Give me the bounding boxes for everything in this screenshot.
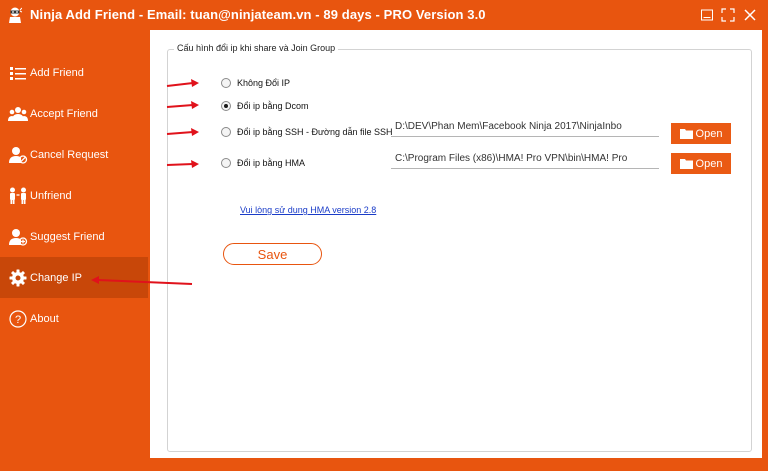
radio-no-change-ip[interactable]: Không Đổi IP — [221, 78, 290, 88]
sidebar-item-label: Change IP — [30, 271, 82, 284]
folder-icon — [679, 129, 693, 139]
sidebar-item-label: Accept Friend — [30, 107, 98, 120]
suggest-friend-icon — [8, 227, 28, 247]
sidebar: Add Friend Accept Friend Cancel Request — [0, 52, 148, 339]
sidebar-item-label: Suggest Friend — [30, 230, 105, 243]
svg-text:?: ? — [15, 314, 21, 326]
hma-version-link[interactable]: Vui lòng sử dụng HMA version 2.8 — [240, 205, 376, 215]
sidebar-item-label: About — [30, 312, 59, 325]
window-title: Ninja Add Friend - Email: tuan@ninjateam… — [30, 7, 486, 22]
open-hma-button[interactable]: Open — [671, 153, 731, 174]
restore-icon[interactable] — [721, 8, 735, 22]
unfriend-icon — [8, 186, 28, 206]
add-friend-icon — [8, 63, 28, 83]
open-label: Open — [695, 157, 723, 170]
sidebar-item-change-ip[interactable]: Change IP — [0, 257, 148, 298]
accept-friend-icon — [8, 104, 28, 124]
close-icon[interactable] — [743, 8, 757, 22]
sidebar-item-label: Cancel Request — [30, 148, 109, 161]
sidebar-item-unfriend[interactable]: Unfriend — [0, 175, 148, 216]
radio-dcom[interactable]: Đổi ip bằng Dcom — [221, 101, 309, 111]
radio-button[interactable] — [221, 127, 231, 137]
title-bar: Ninja Add Friend - Email: tuan@ninjateam… — [0, 0, 768, 30]
ip-config-group: Cấu hình đổi ip khi share và Join Group … — [167, 43, 752, 452]
radio-label: Đổi ip bằng SSH - Đường dẫn file SSH — [237, 127, 393, 137]
hma-path-input[interactable] — [391, 149, 659, 169]
app-window: Ninja Add Friend - Email: tuan@ninjateam… — [0, 0, 768, 471]
open-ssh-button[interactable]: Open — [671, 123, 731, 144]
radio-label: Không Đổi IP — [237, 78, 291, 88]
open-label: Open — [695, 127, 723, 140]
radio-hma[interactable]: Đổi ip bằng HMA — [221, 158, 305, 168]
radio-label: Đổi ip bằng Dcom — [237, 101, 309, 111]
sidebar-item-suggest-friend[interactable]: Suggest Friend — [0, 216, 148, 257]
radio-button[interactable] — [221, 101, 231, 111]
ssh-path-input[interactable] — [391, 117, 659, 137]
sidebar-item-cancel-request[interactable]: Cancel Request — [0, 134, 148, 175]
minimize-icon[interactable] — [700, 8, 714, 22]
ninja-logo-icon — [9, 7, 22, 23]
cancel-request-icon — [8, 145, 28, 165]
sidebar-item-label: Add Friend — [30, 66, 84, 79]
radio-button[interactable] — [221, 78, 231, 88]
gear-icon — [8, 268, 28, 288]
save-button[interactable]: Save — [223, 243, 322, 265]
radio-ssh[interactable]: Đổi ip bằng SSH - Đường dẫn file SSH — [221, 127, 393, 137]
radio-label: Đổi ip bằng HMA — [237, 158, 306, 168]
help-icon: ? — [8, 309, 28, 329]
main-panel: Cấu hình đổi ip khi share và Join Group … — [150, 30, 762, 458]
radio-button[interactable] — [221, 158, 231, 168]
sidebar-item-accept-friend[interactable]: Accept Friend — [0, 93, 148, 134]
sidebar-item-about[interactable]: ? About — [0, 298, 148, 339]
sidebar-item-add-friend[interactable]: Add Friend — [0, 52, 148, 93]
sidebar-item-label: Unfriend — [30, 189, 72, 202]
group-title: Cấu hình đổi ip khi share và Join Group — [174, 43, 339, 53]
folder-icon — [679, 159, 693, 169]
